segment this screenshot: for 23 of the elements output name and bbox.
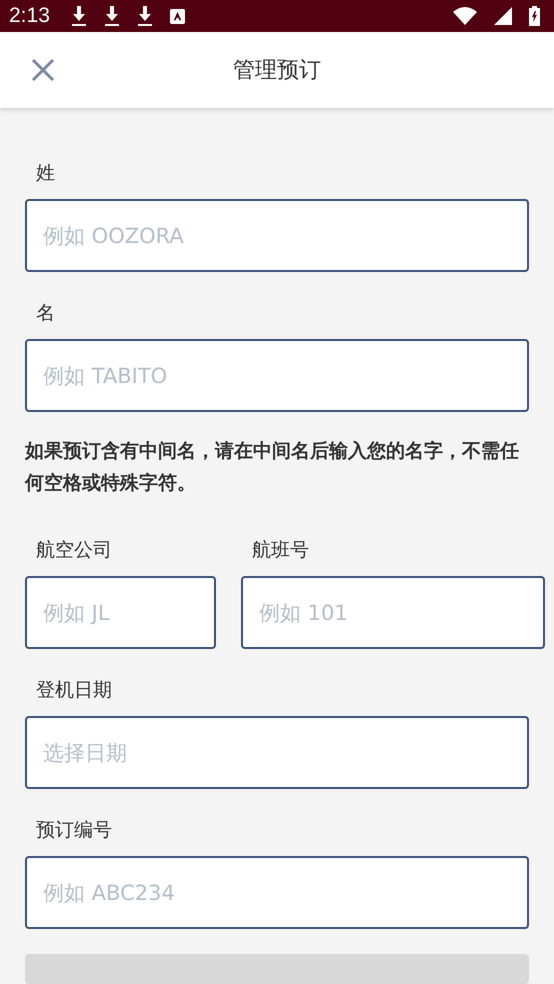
page-title: 管理预订 bbox=[233, 57, 321, 86]
input-field[interactable]: 例如 OOZORA bbox=[25, 199, 529, 272]
field-label: 航空公司 bbox=[36, 538, 113, 563]
download-icon bbox=[104, 6, 120, 26]
download-icon bbox=[70, 6, 87, 26]
app-notification-icon bbox=[170, 8, 185, 24]
hint-text: 如果预订含有中间名，请在中间名后输入您的名字，不需任何空格或特殊字符。 bbox=[25, 439, 520, 496]
field-label: 航班号 bbox=[252, 538, 310, 563]
download-icon bbox=[136, 6, 153, 26]
field-label: 登机日期 bbox=[36, 678, 113, 703]
status-time: 2:13 bbox=[9, 4, 50, 28]
signal-icon bbox=[494, 7, 512, 26]
close-icon bbox=[31, 58, 55, 82]
battery-icon bbox=[529, 6, 540, 26]
input-field[interactable]: 例如 ABC234 bbox=[25, 856, 529, 929]
wifi-icon bbox=[453, 7, 477, 26]
field-label: 名 bbox=[36, 301, 56, 326]
input-field[interactable]: 例如 101 bbox=[241, 576, 545, 649]
input-field[interactable]: 例如 TABITO bbox=[25, 339, 529, 412]
input-field[interactable]: 例如 JL bbox=[25, 576, 216, 649]
field-label: 预订编号 bbox=[36, 818, 113, 843]
date-picker-field[interactable]: 选择日期 bbox=[25, 716, 529, 789]
field-label: 姓 bbox=[36, 161, 56, 186]
